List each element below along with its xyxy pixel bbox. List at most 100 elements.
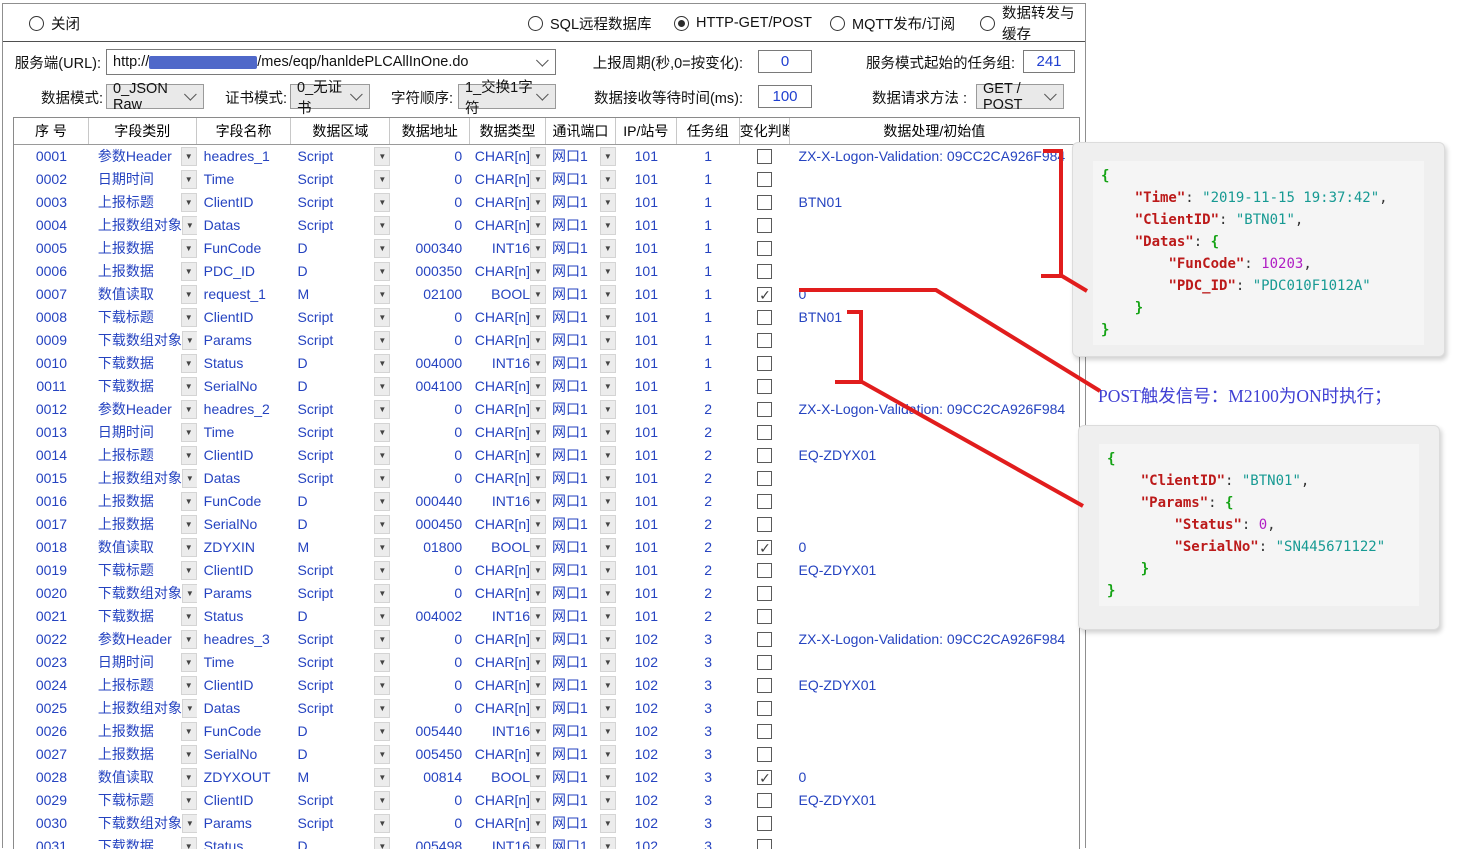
cell-dropdown-button[interactable]: ▼ bbox=[374, 308, 390, 327]
cell-dropdown-button[interactable]: ▼ bbox=[530, 308, 546, 327]
radio-circle-icon[interactable] bbox=[830, 16, 845, 31]
cell-dropdown-button[interactable]: ▼ bbox=[374, 193, 390, 212]
cell-dropdown-button[interactable]: ▼ bbox=[181, 676, 197, 695]
cell-dropdown-button[interactable]: ▼ bbox=[182, 584, 197, 603]
table-row[interactable]: 0026上报数据▼FunCodeD▼005440INT16▼网口1▼1023 bbox=[14, 720, 1079, 743]
cell-dropdown-button[interactable]: ▼ bbox=[600, 147, 616, 166]
char-order-select[interactable]: 1_交换1字符 bbox=[458, 84, 556, 109]
table-row[interactable]: 0018数值读取▼ZDYXINM▼01800BOOL▼网口1▼10120 bbox=[14, 536, 1079, 559]
cell-dropdown-button[interactable]: ▼ bbox=[530, 400, 546, 419]
cell-dropdown-button[interactable]: ▼ bbox=[374, 354, 390, 373]
table-row[interactable]: 0012参数Header▼headres_2Script▼0CHAR[n]▼网口… bbox=[14, 398, 1079, 421]
change-detect-checkbox[interactable] bbox=[757, 770, 772, 785]
cell-dropdown-button[interactable]: ▼ bbox=[181, 377, 197, 396]
cell-dropdown-button[interactable]: ▼ bbox=[530, 814, 546, 833]
cell-dropdown-button[interactable]: ▼ bbox=[530, 584, 546, 603]
cert-mode-select[interactable]: 0_无证书 bbox=[290, 84, 370, 109]
table-row[interactable]: 0009下载数组对象▼ParamsScript▼0CHAR[n]▼网口1▼101… bbox=[14, 329, 1079, 352]
cell-dropdown-button[interactable]: ▼ bbox=[182, 469, 197, 488]
cell-dropdown-button[interactable]: ▼ bbox=[530, 837, 546, 849]
cell-dropdown-button[interactable]: ▼ bbox=[182, 216, 197, 235]
change-detect-checkbox[interactable] bbox=[757, 149, 772, 164]
table-row[interactable]: 0003上报标题▼ClientIDScript▼0CHAR[n]▼网口1▼101… bbox=[14, 191, 1079, 214]
cell-dropdown-button[interactable]: ▼ bbox=[530, 285, 546, 304]
cell-dropdown-button[interactable]: ▼ bbox=[530, 423, 546, 442]
cell-dropdown-button[interactable]: ▼ bbox=[600, 492, 616, 511]
cell-dropdown-button[interactable]: ▼ bbox=[374, 377, 390, 396]
change-detect-checkbox[interactable] bbox=[757, 333, 772, 348]
change-detect-checkbox[interactable] bbox=[757, 379, 772, 394]
report-period-input[interactable]: 0 bbox=[758, 50, 812, 73]
table-row[interactable]: 0001参数Header▼headres_1Script▼0CHAR[n]▼网口… bbox=[14, 145, 1079, 168]
change-detect-checkbox[interactable] bbox=[757, 793, 772, 808]
cell-dropdown-button[interactable]: ▼ bbox=[600, 699, 616, 718]
cell-dropdown-button[interactable]: ▼ bbox=[600, 607, 616, 626]
change-detect-checkbox[interactable] bbox=[757, 632, 772, 647]
change-detect-checkbox[interactable] bbox=[757, 517, 772, 532]
cell-dropdown-button[interactable]: ▼ bbox=[374, 170, 390, 189]
table-row[interactable]: 0002日期时间▼TimeScript▼0CHAR[n]▼网口1▼1011 bbox=[14, 168, 1079, 191]
taskgroup-start-input[interactable]: 241 bbox=[1023, 50, 1075, 73]
data-mode-select[interactable]: 0_JSON Raw bbox=[106, 84, 204, 109]
radio-selected-icon[interactable] bbox=[674, 16, 689, 31]
change-detect-checkbox[interactable] bbox=[757, 471, 772, 486]
change-detect-checkbox[interactable] bbox=[757, 264, 772, 279]
cell-dropdown-button[interactable]: ▼ bbox=[182, 699, 197, 718]
cell-dropdown-button[interactable]: ▼ bbox=[374, 699, 390, 718]
cell-dropdown-button[interactable]: ▼ bbox=[374, 745, 390, 764]
change-detect-checkbox[interactable] bbox=[757, 678, 772, 693]
table-row[interactable]: 0024上报标题▼ClientIDScript▼0CHAR[n]▼网口1▼102… bbox=[14, 674, 1079, 697]
cell-dropdown-button[interactable]: ▼ bbox=[600, 331, 616, 350]
cell-dropdown-button[interactable]: ▼ bbox=[600, 791, 616, 810]
cell-dropdown-button[interactable]: ▼ bbox=[374, 216, 390, 235]
cell-dropdown-button[interactable]: ▼ bbox=[374, 492, 390, 511]
table-row[interactable]: 0010下载数据▼StatusD▼004000INT16▼网口1▼1011 bbox=[14, 352, 1079, 375]
cell-dropdown-button[interactable]: ▼ bbox=[374, 400, 390, 419]
change-detect-checkbox[interactable] bbox=[757, 241, 772, 256]
cell-dropdown-button[interactable]: ▼ bbox=[182, 331, 197, 350]
cell-dropdown-button[interactable]: ▼ bbox=[374, 584, 390, 603]
cell-dropdown-button[interactable]: ▼ bbox=[530, 492, 546, 511]
cell-dropdown-button[interactable]: ▼ bbox=[374, 561, 390, 580]
cell-dropdown-button[interactable]: ▼ bbox=[181, 170, 197, 189]
cell-dropdown-button[interactable]: ▼ bbox=[600, 837, 616, 849]
cell-dropdown-button[interactable]: ▼ bbox=[600, 538, 616, 557]
cell-dropdown-button[interactable]: ▼ bbox=[530, 193, 546, 212]
cell-dropdown-button[interactable]: ▼ bbox=[181, 423, 197, 442]
cell-dropdown-button[interactable]: ▼ bbox=[374, 515, 390, 534]
table-row[interactable]: 0008下载标题▼ClientIDScript▼0CHAR[n]▼网口1▼101… bbox=[14, 306, 1079, 329]
cell-dropdown-button[interactable]: ▼ bbox=[530, 331, 546, 350]
cell-dropdown-button[interactable]: ▼ bbox=[181, 400, 197, 419]
table-row[interactable]: 0022参数Header▼headres_3Script▼0CHAR[n]▼网口… bbox=[14, 628, 1079, 651]
receive-wait-input[interactable]: 100 bbox=[758, 85, 812, 108]
table-row[interactable]: 0007数值读取▼request_1M▼02100BOOL▼网口1▼10110 bbox=[14, 283, 1079, 306]
cell-dropdown-button[interactable]: ▼ bbox=[181, 768, 197, 787]
table-row[interactable]: 0025上报数组对象▼DatasScript▼0CHAR[n]▼网口1▼1023 bbox=[14, 697, 1079, 720]
cell-dropdown-button[interactable]: ▼ bbox=[600, 170, 616, 189]
cell-dropdown-button[interactable]: ▼ bbox=[181, 561, 197, 580]
table-row[interactable]: 0019下载标题▼ClientIDScript▼0CHAR[n]▼网口1▼101… bbox=[14, 559, 1079, 582]
cell-dropdown-button[interactable]: ▼ bbox=[600, 584, 616, 603]
cell-dropdown-button[interactable]: ▼ bbox=[181, 791, 197, 810]
table-row[interactable]: 0013日期时间▼TimeScript▼0CHAR[n]▼网口1▼1012 bbox=[14, 421, 1079, 444]
cell-dropdown-button[interactable]: ▼ bbox=[600, 653, 616, 672]
table-row[interactable]: 0011下载数据▼SerialNoD▼004100CHAR[n]▼网口1▼101… bbox=[14, 375, 1079, 398]
cell-dropdown-button[interactable]: ▼ bbox=[530, 147, 546, 166]
cell-dropdown-button[interactable]: ▼ bbox=[600, 354, 616, 373]
cell-dropdown-button[interactable]: ▼ bbox=[181, 745, 197, 764]
cell-dropdown-button[interactable]: ▼ bbox=[181, 147, 197, 166]
table-row[interactable]: 0020下载数组对象▼ParamsScript▼0CHAR[n]▼网口1▼101… bbox=[14, 582, 1079, 605]
cell-dropdown-button[interactable]: ▼ bbox=[530, 699, 546, 718]
cell-dropdown-button[interactable]: ▼ bbox=[374, 423, 390, 442]
cell-dropdown-button[interactable]: ▼ bbox=[530, 170, 546, 189]
radio-forward-cache[interactable]: 数据转发与缓存 bbox=[980, 13, 1085, 33]
cell-dropdown-button[interactable]: ▼ bbox=[374, 837, 390, 849]
cell-dropdown-button[interactable]: ▼ bbox=[374, 239, 390, 258]
cell-dropdown-button[interactable]: ▼ bbox=[600, 814, 616, 833]
cell-dropdown-button[interactable]: ▼ bbox=[530, 446, 546, 465]
radio-sql-remote-db[interactable]: SQL远程数据库 bbox=[528, 13, 652, 33]
radio-circle-icon[interactable] bbox=[528, 16, 543, 31]
change-detect-checkbox[interactable] bbox=[757, 724, 772, 739]
table-row[interactable]: 0004上报数组对象▼DatasScript▼0CHAR[n]▼网口1▼1011 bbox=[14, 214, 1079, 237]
cell-dropdown-button[interactable]: ▼ bbox=[181, 492, 197, 511]
